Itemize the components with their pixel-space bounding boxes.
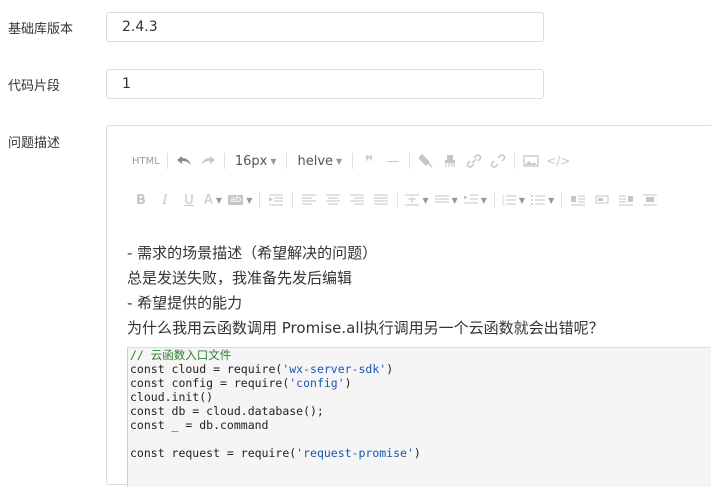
lib-version-input[interactable]: 2.4.3 — [106, 12, 544, 42]
code-comment: // 云函数入口文件 — [130, 348, 232, 362]
chevron-down-icon: ▼ — [336, 156, 343, 166]
code-block[interactable]: // 云函数入口文件 const cloud = require('wx-ser… — [127, 347, 711, 487]
code-string: 'config' — [289, 376, 345, 390]
toolbar-divider — [223, 153, 225, 169]
horizontal-rule-icon[interactable]: — — [381, 150, 405, 172]
code-text: ) — [413, 446, 421, 460]
description-editor[interactable]: HTML 16px ▼ helve ▼ ❞ — </> B I U A ▼ ab… — [106, 125, 711, 487]
toolbar-divider — [493, 192, 495, 208]
content-line: 为什么我用云函数调用 Promise.all执行调用另一个云函数就会出错呢？ — [127, 319, 604, 337]
image-float-left-icon[interactable] — [566, 189, 590, 211]
code-line: const config = require('config') — [130, 376, 711, 390]
image-float-none-icon[interactable] — [590, 189, 614, 211]
code-text: ) — [386, 362, 394, 376]
ordered-list-icon[interactable]: 1 2 3 ▼ — [499, 189, 528, 211]
code-text: const config = require( — [130, 376, 290, 390]
content-line: 总是发送失败，我准备先发后编辑 — [127, 269, 353, 287]
toolbar-divider — [259, 192, 261, 208]
background-color-icon[interactable]: ab ▼ — [225, 189, 255, 211]
toolbar-divider — [514, 153, 516, 169]
align-center-icon[interactable] — [321, 189, 345, 211]
unlink-icon[interactable] — [486, 150, 510, 172]
code-line: const request = require('request-promise… — [130, 446, 711, 460]
font-family-dropdown[interactable]: helve ▼ — [291, 150, 348, 172]
code-icon[interactable]: </> — [543, 150, 573, 172]
description-label: 问题描述 — [8, 136, 61, 151]
svg-text:3: 3 — [502, 202, 505, 206]
toolbar-divider — [286, 153, 288, 169]
code-line: const cloud = require('wx-server-sdk') — [130, 362, 711, 376]
quote-icon[interactable]: ❞ — [357, 150, 381, 172]
underline-icon[interactable]: U — [177, 189, 201, 211]
code-line: const _ = db.command — [130, 418, 269, 432]
unordered-list-icon[interactable]: ▼ — [528, 189, 557, 211]
align-justify-icon[interactable] — [369, 189, 393, 211]
paint-format-icon[interactable] — [414, 150, 438, 172]
image-center-icon[interactable] — [638, 189, 662, 211]
image-icon[interactable] — [519, 150, 543, 172]
code-text: const request = require( — [130, 446, 297, 460]
toolbar-divider — [561, 192, 563, 208]
content-line: - 需求的场景描述（希望解决的问题） — [127, 244, 378, 262]
bold-icon[interactable]: B — [129, 189, 153, 211]
code-string: 'request-promise' — [296, 446, 414, 460]
indent-icon[interactable] — [264, 189, 288, 211]
redo-icon[interactable] — [196, 150, 220, 172]
toolbar-divider — [292, 192, 294, 208]
snippet-label: 代码片段 — [8, 79, 61, 94]
chevron-down-icon: ▼ — [270, 156, 277, 166]
toolbar-divider — [397, 192, 399, 208]
content-line: - 希望提供的能力 — [127, 294, 243, 312]
lib-version-label: 基础库版本 — [8, 22, 74, 37]
code-text: ) — [344, 376, 352, 390]
toolbar-divider — [409, 153, 411, 169]
code-line: const db = cloud.database(); — [130, 404, 324, 418]
toolbar-row-1: HTML 16px ▼ helve ▼ ❞ — </> — [129, 148, 573, 174]
code-line: cloud.init() — [130, 390, 214, 404]
italic-icon[interactable]: I — [153, 189, 177, 211]
paragraph-spacing-icon[interactable]: ▼ — [432, 189, 461, 211]
link-icon[interactable] — [462, 150, 486, 172]
html-mode-button[interactable]: HTML — [129, 150, 163, 172]
code-text: const cloud = require( — [130, 362, 283, 376]
code-string: 'wx-server-sdk' — [282, 362, 387, 376]
undo-icon[interactable] — [172, 150, 196, 172]
clear-format-icon[interactable] — [438, 150, 462, 172]
font-size-value: 16px — [234, 153, 268, 169]
image-float-right-icon[interactable] — [614, 189, 638, 211]
toolbar-divider — [352, 153, 354, 169]
font-family-value: helve — [297, 153, 334, 169]
text-indent-icon[interactable]: ▼ — [461, 189, 490, 211]
font-size-dropdown[interactable]: 16px ▼ — [229, 150, 283, 172]
line-height-icon[interactable]: ▼ — [402, 189, 431, 211]
snippet-input[interactable]: 1 — [106, 69, 544, 99]
editor-content[interactable]: - 需求的场景描述（希望解决的问题） 总是发送失败，我准备先发后编辑 - 希望提… — [127, 241, 711, 341]
toolbar-divider — [166, 153, 168, 169]
align-right-icon[interactable] — [345, 189, 369, 211]
font-color-icon[interactable]: A ▼ — [201, 189, 225, 211]
align-left-icon[interactable] — [297, 189, 321, 211]
toolbar-row-2: B I U A ▼ ab ▼ ▼ ▼ ▼ 1 2 3 ▼ ▼ — [129, 187, 662, 213]
